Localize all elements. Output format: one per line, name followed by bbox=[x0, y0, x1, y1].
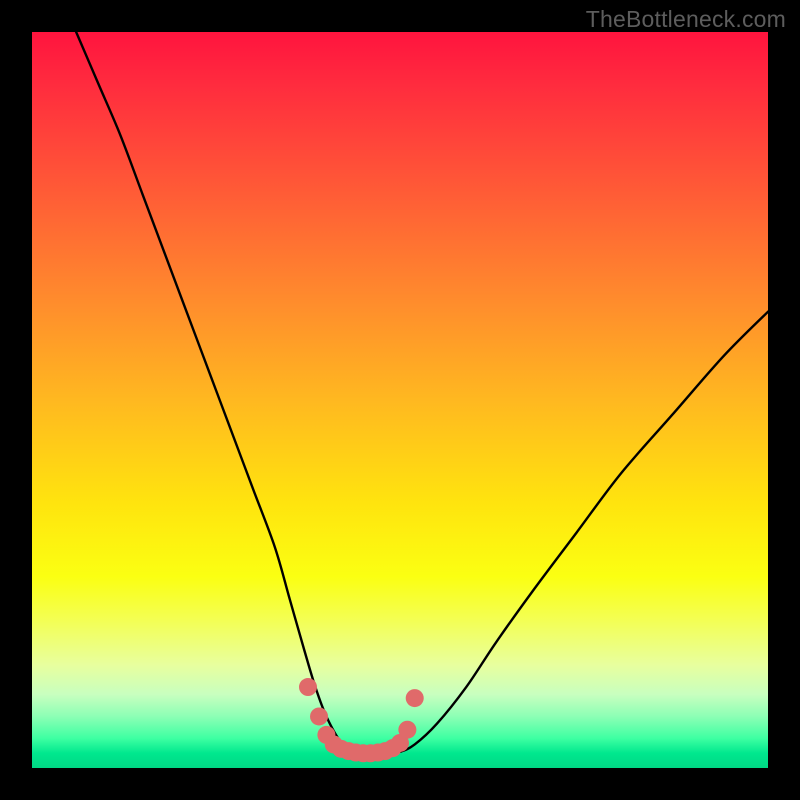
watermark-text: TheBottleneck.com bbox=[586, 6, 786, 33]
curve-layer bbox=[32, 32, 768, 768]
highlight-dot bbox=[310, 707, 328, 725]
highlight-dot bbox=[299, 678, 317, 696]
highlight-dot bbox=[398, 721, 416, 739]
highlight-dot bbox=[406, 689, 424, 707]
plot-area bbox=[32, 32, 768, 768]
chart-frame: TheBottleneck.com bbox=[0, 0, 800, 800]
bottleneck-curve bbox=[76, 32, 768, 753]
